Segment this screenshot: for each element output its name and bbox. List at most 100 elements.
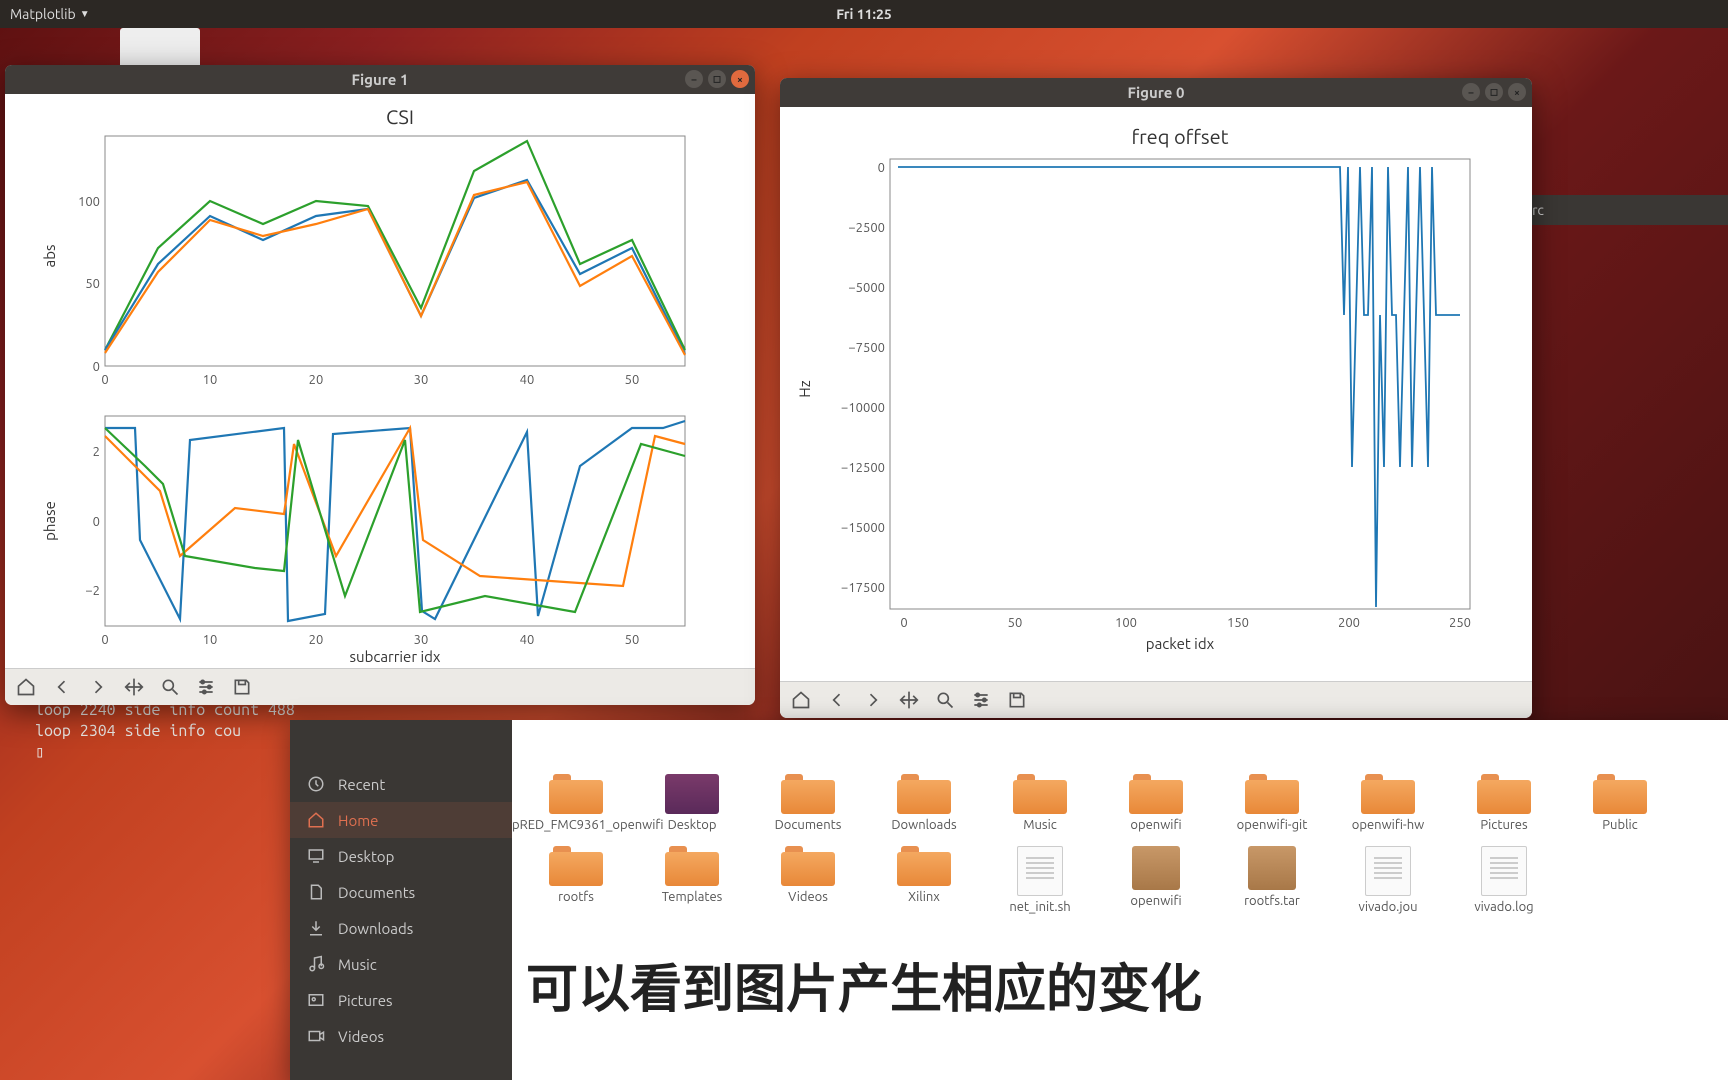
- file-label: rootfs.tar: [1244, 894, 1300, 908]
- thumbnail: [120, 28, 200, 68]
- abs-series-2: [105, 182, 685, 355]
- figure-1-canvas[interactable]: CSI abs 050100 01020 304050 phase: [5, 94, 755, 668]
- file-icon: [1017, 846, 1063, 896]
- file-item[interactable]: openwifi-git: [1222, 770, 1322, 836]
- svg-text:30: 30: [414, 633, 429, 647]
- sidebar-item-recent[interactable]: Recent: [290, 766, 512, 802]
- mpl-toolbar: [780, 681, 1532, 718]
- forward-icon[interactable]: [87, 676, 109, 698]
- file-item[interactable]: Templates: [642, 842, 742, 918]
- file-item[interactable]: net_init.sh: [990, 842, 1090, 918]
- sidebar-item-label: Documents: [338, 884, 415, 901]
- file-item[interactable]: rootfs: [526, 842, 626, 918]
- figure-0-canvas[interactable]: freq offset Hz 0−2500−5000 −7500−10000−1…: [780, 107, 1532, 681]
- back-icon[interactable]: [826, 689, 848, 711]
- dropdown-icon: ▼: [80, 8, 90, 20]
- app-menu[interactable]: Matplotlib ▼: [10, 6, 90, 22]
- folder-icon: [1593, 774, 1647, 814]
- sidebar-item-home[interactable]: Home: [290, 802, 512, 838]
- file-icon: [1481, 846, 1527, 896]
- maximize-button[interactable]: ◻: [1485, 83, 1503, 101]
- file-label: Documents: [775, 818, 842, 832]
- video-icon: [306, 1026, 326, 1046]
- sidebar-item-label: Videos: [338, 1028, 384, 1045]
- svg-text:50: 50: [85, 277, 100, 291]
- axes-phase: [105, 416, 685, 626]
- zoom-icon[interactable]: [159, 676, 181, 698]
- maximize-button[interactable]: ◻: [708, 70, 726, 88]
- sidebar-item-desktop[interactable]: Desktop: [290, 838, 512, 874]
- forward-icon[interactable]: [862, 689, 884, 711]
- sidebar-item-label: Pictures: [338, 992, 393, 1009]
- pan-icon[interactable]: [898, 689, 920, 711]
- window-titlebar[interactable]: Figure 1 – ◻ ×: [5, 65, 755, 94]
- file-label: Xilinx: [908, 890, 940, 904]
- svg-text:−12500: −12500: [841, 461, 885, 475]
- close-button[interactable]: ×: [1508, 83, 1526, 101]
- file-label: Music: [1023, 818, 1057, 832]
- file-item[interactable]: openwifi: [1106, 842, 1206, 918]
- svg-text:50: 50: [625, 633, 640, 647]
- file-label: Public: [1602, 818, 1637, 832]
- file-item[interactable]: Videos: [758, 842, 858, 918]
- pan-icon[interactable]: [123, 676, 145, 698]
- folder-icon: [549, 774, 603, 814]
- axes: [890, 159, 1470, 609]
- svg-text:200: 200: [1338, 616, 1360, 630]
- sidebar-item-downloads[interactable]: Downloads: [290, 910, 512, 946]
- file-item[interactable]: openwifi: [1106, 770, 1206, 836]
- file-item[interactable]: Documents: [758, 770, 858, 836]
- file-item[interactable]: Desktop: [642, 770, 742, 836]
- clock[interactable]: Fri 11:25: [836, 6, 892, 22]
- minimize-button[interactable]: –: [1462, 83, 1480, 101]
- svg-text:50: 50: [1008, 616, 1023, 630]
- file-label: DeepRED_FMC9361_openwifi: [512, 818, 664, 832]
- abs-series-1: [105, 180, 685, 354]
- file-item[interactable]: DeepRED_FMC9361_openwifi: [526, 770, 626, 836]
- file-item[interactable]: Pictures: [1454, 770, 1554, 836]
- file-item[interactable]: Xilinx: [874, 842, 974, 918]
- close-button[interactable]: ×: [731, 70, 749, 88]
- file-item[interactable]: vivado.log: [1454, 842, 1554, 918]
- mpl-toolbar: [5, 668, 755, 705]
- figure-1-window: Figure 1 – ◻ × CSI abs 050100 01020 3040…: [5, 65, 755, 705]
- svg-text:−5000: −5000: [848, 281, 885, 295]
- save-icon[interactable]: [1006, 689, 1028, 711]
- file-item[interactable]: Downloads: [874, 770, 974, 836]
- svg-text:−15000: −15000: [841, 521, 885, 535]
- minimize-button[interactable]: –: [685, 70, 703, 88]
- svg-text:0: 0: [900, 616, 907, 630]
- svg-text:40: 40: [520, 633, 535, 647]
- sidebar-item-pictures[interactable]: Pictures: [290, 982, 512, 1018]
- zoom-icon[interactable]: [934, 689, 956, 711]
- folder-icon: [1245, 774, 1299, 814]
- archive-icon: [1248, 846, 1296, 890]
- file-icon: [1365, 846, 1411, 896]
- sidebar-item-documents[interactable]: Documents: [290, 874, 512, 910]
- svg-text:0: 0: [93, 515, 100, 529]
- home-icon[interactable]: [15, 676, 37, 698]
- configure-icon[interactable]: [195, 676, 217, 698]
- home-icon[interactable]: [790, 689, 812, 711]
- file-item[interactable]: Music: [990, 770, 1090, 836]
- sidebar-item-music[interactable]: Music: [290, 946, 512, 982]
- svg-text:−2: −2: [85, 584, 100, 598]
- figure-0-window: Figure 0 – ◻ × freq offset Hz 0−2500−500…: [780, 78, 1532, 718]
- configure-icon[interactable]: [970, 689, 992, 711]
- file-item[interactable]: rootfs.tar: [1222, 842, 1322, 918]
- svg-text:100: 100: [1115, 616, 1137, 630]
- background-window-tab[interactable]: src: [1518, 195, 1728, 225]
- file-item[interactable]: Public: [1570, 770, 1670, 836]
- file-item[interactable]: openwifi-hw: [1338, 770, 1438, 836]
- back-icon[interactable]: [51, 676, 73, 698]
- file-label: openwifi: [1130, 894, 1181, 908]
- save-icon[interactable]: [231, 676, 253, 698]
- sidebar-item-videos[interactable]: Videos: [290, 1018, 512, 1054]
- folder-icon: [665, 846, 719, 886]
- file-grid[interactable]: DeepRED_FMC9361_openwifiDesktop Documents…: [512, 720, 1728, 1080]
- window-titlebar[interactable]: Figure 0 – ◻ ×: [780, 78, 1532, 107]
- file-item[interactable]: vivado.jou: [1338, 842, 1438, 918]
- svg-text:250: 250: [1449, 616, 1471, 630]
- svg-text:0: 0: [878, 161, 885, 175]
- file-label: Downloads: [891, 818, 956, 832]
